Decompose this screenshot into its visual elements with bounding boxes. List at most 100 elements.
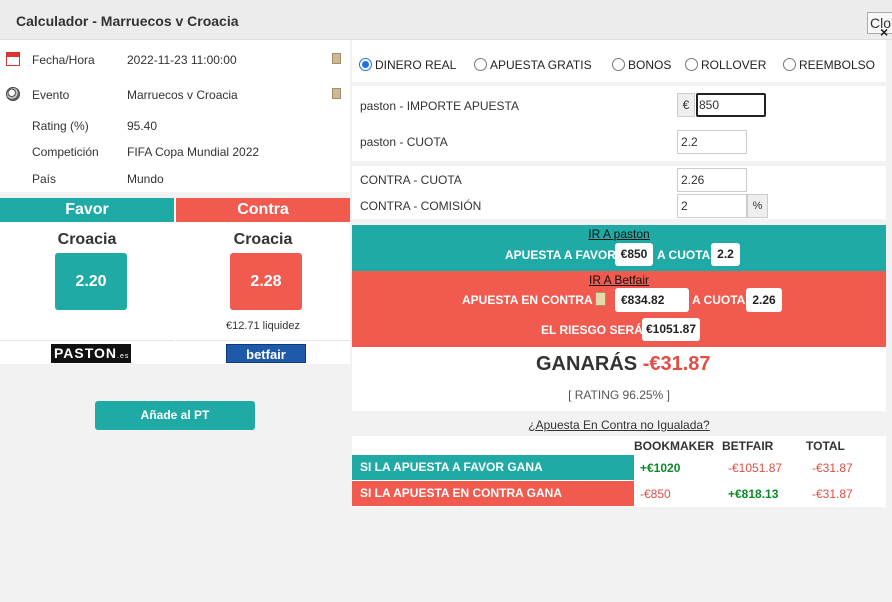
- copy-event-icon[interactable]: [332, 88, 341, 99]
- contra-wins-total: -€31.87: [812, 487, 853, 501]
- radio-label: DINERO REAL: [375, 58, 457, 72]
- event-value: Marruecos v Croacia: [127, 88, 238, 102]
- back-text: APUESTA A FAVOR: [505, 248, 616, 262]
- lay-odds-label: CONTRA - CUOTA: [360, 173, 462, 187]
- contra-column: Contra Croacia 2.28 €12.71 liquidez betf…: [176, 198, 350, 364]
- favor-wins-bookmaker: +€1020: [640, 461, 681, 475]
- event-label: Evento: [32, 88, 70, 102]
- lay-odds-input[interactable]: 2.26: [677, 168, 747, 192]
- rating-label: Rating (%): [32, 119, 89, 133]
- clipboard-icon[interactable]: [595, 292, 606, 306]
- result-panel: GANARÁS -€31.87 [ RATING 96.25% ]: [352, 347, 886, 411]
- back-amount: €850: [615, 243, 653, 266]
- col-header-total: TOTAL: [806, 439, 845, 453]
- percent-suffix: %: [747, 194, 768, 218]
- paston-logo-suffix: .es: [117, 353, 130, 360]
- back-odds-text: A CUOTA: [657, 248, 711, 262]
- radio-reembolso[interactable]: REEMBOLSO: [783, 58, 875, 72]
- copy-datetime-icon[interactable]: [332, 53, 341, 64]
- row-contra-wins-label: SI LA APUESTA EN CONTRA GANA: [352, 481, 634, 506]
- football-icon: [6, 87, 20, 101]
- favor-logo-row: PASTON.es: [0, 340, 174, 364]
- dialog-title: Calculador - Marruecos v Croacia: [16, 13, 239, 29]
- row-favor-wins-label: SI LA APUESTA A FAVOR GANA: [352, 455, 634, 480]
- profit-value: -€31.87: [642, 353, 711, 375]
- contra-logo-row: betfair: [176, 340, 350, 364]
- event-info-panel: Fecha/Hora 2022-11-23 11:00:00 Evento Ma…: [0, 40, 350, 192]
- back-form: paston - IMPORTE APUESTA paston - CUOTA: [352, 86, 886, 161]
- event-row: Evento Marruecos v Croacia: [0, 85, 350, 105]
- stake-label: paston - IMPORTE APUESTA: [360, 99, 519, 113]
- risk-amount: €1051.87: [642, 318, 700, 341]
- stake-input[interactable]: 850: [696, 93, 766, 117]
- paston-logo[interactable]: PASTON.es: [51, 344, 131, 363]
- lay-text: APUESTA EN CONTRA: [462, 293, 593, 307]
- contra-team: Croacia: [233, 231, 293, 248]
- radio-checked-icon[interactable]: [359, 58, 372, 72]
- radio-dinero-real[interactable]: DINERO REAL: [359, 58, 456, 72]
- radio-label: REEMBOLSO: [799, 58, 876, 72]
- rating-row: Rating (%) 95.40: [0, 116, 350, 136]
- contra-wins-betfair: +€818.13: [728, 487, 779, 501]
- favor-wins-total: -€31.87: [812, 461, 853, 475]
- calendar-icon: [6, 52, 20, 66]
- outcome-table: BOOKMAKER BETFAIR TOTAL SI LA APUESTA A …: [352, 436, 886, 507]
- datetime-row: Fecha/Hora 2022-11-23 11:00:00: [0, 50, 350, 70]
- col-header-bookmaker: BOOKMAKER: [634, 439, 714, 453]
- country-label: País: [32, 172, 57, 186]
- lay-amount: €834.82: [615, 288, 689, 312]
- back-odds: 2.2: [711, 243, 740, 266]
- add-to-pt-button[interactable]: Añade al PT: [95, 401, 255, 430]
- radio-rollover[interactable]: ROLLOVER: [685, 58, 766, 72]
- radio-bonos[interactable]: BONOS: [612, 58, 671, 72]
- go-to-betfair-link[interactable]: IR A Betfair: [352, 273, 886, 287]
- result-rating: [ RATING 96.25% ]: [568, 388, 670, 402]
- lay-form: CONTRA - CUOTA CONTRA - COMISIÓN: [352, 166, 886, 219]
- commission-label: CONTRA - COMISIÓN: [360, 199, 482, 213]
- radio-unchecked-icon[interactable]: [783, 58, 796, 72]
- radio-label: APUESTA GRATIS: [490, 58, 592, 72]
- country-value: Mundo: [127, 172, 164, 186]
- competition-row: Competición FIFA Copa Mundial 2022: [0, 142, 350, 162]
- profit-label: GANARÁS: [536, 353, 638, 375]
- odds-label: paston - CUOTA: [360, 135, 448, 149]
- contra-liquidity: €12.71 liquidez: [225, 320, 300, 332]
- dialog-titlebar: Calculador - Marruecos v Croacia Clo ×: [0, 0, 892, 40]
- favor-wins-betfair: -€1051.87: [728, 461, 783, 475]
- datetime-label: Fecha/Hora: [32, 53, 95, 67]
- euro-prefix: €: [677, 93, 695, 117]
- contra-header: Contra: [176, 198, 350, 222]
- favor-team: Croacia: [57, 231, 117, 248]
- rating-value: 95.40: [127, 119, 158, 133]
- lay-odds: 2.26: [746, 288, 782, 312]
- radio-label: ROLLOVER: [701, 58, 767, 72]
- competition-value: FIFA Copa Mundial 2022: [127, 145, 260, 159]
- radio-unchecked-icon[interactable]: [685, 58, 698, 72]
- unmatched-lay-link[interactable]: ¿Apuesta En Contra no Igualada?: [352, 418, 886, 432]
- radio-apuesta-gratis[interactable]: APUESTA GRATIS: [474, 58, 592, 72]
- radio-label: BONOS: [628, 58, 672, 72]
- country-row: País Mundo: [0, 169, 350, 189]
- bet-type-selector: DINERO REAL APUESTA GRATIS BONOS ROLLOVE…: [352, 40, 886, 82]
- back-odds-input[interactable]: 2.2: [677, 130, 747, 154]
- betfair-logo[interactable]: betfair: [226, 344, 306, 363]
- radio-unchecked-icon[interactable]: [612, 58, 625, 72]
- radio-unchecked-icon[interactable]: [474, 58, 487, 72]
- contra-wins-bookmaker: -€850: [640, 487, 671, 501]
- profit-line: GANARÁS -€31.87: [536, 353, 711, 376]
- favor-column: Favor Croacia 2.20 PASTON.es: [0, 198, 174, 364]
- go-to-paston-link[interactable]: IR A paston: [352, 227, 886, 241]
- datetime-value: 2022-11-23 11:00:00: [127, 53, 237, 67]
- favor-contra-panel: Favor Croacia 2.20 PASTON.es Contra Croa…: [0, 198, 350, 364]
- lay-instruction: IR A Betfair APUESTA EN CONTRA €834.82 A…: [352, 271, 886, 347]
- commission-input[interactable]: 2: [677, 194, 747, 218]
- col-header-betfair: BETFAIR: [722, 439, 774, 453]
- paston-logo-text: PASTON: [54, 345, 118, 361]
- back-instruction: IR A paston APUESTA A FAVOR €850 A CUOTA…: [352, 225, 886, 271]
- favor-odds-box[interactable]: 2.20: [55, 253, 127, 310]
- lay-odds-text: A CUOTA: [692, 293, 746, 307]
- close-icon[interactable]: ×: [880, 24, 888, 40]
- contra-odds-box[interactable]: 2.28: [230, 253, 302, 310]
- favor-header: Favor: [0, 198, 174, 222]
- risk-text: EL RIESGO SERÁ: [541, 323, 643, 337]
